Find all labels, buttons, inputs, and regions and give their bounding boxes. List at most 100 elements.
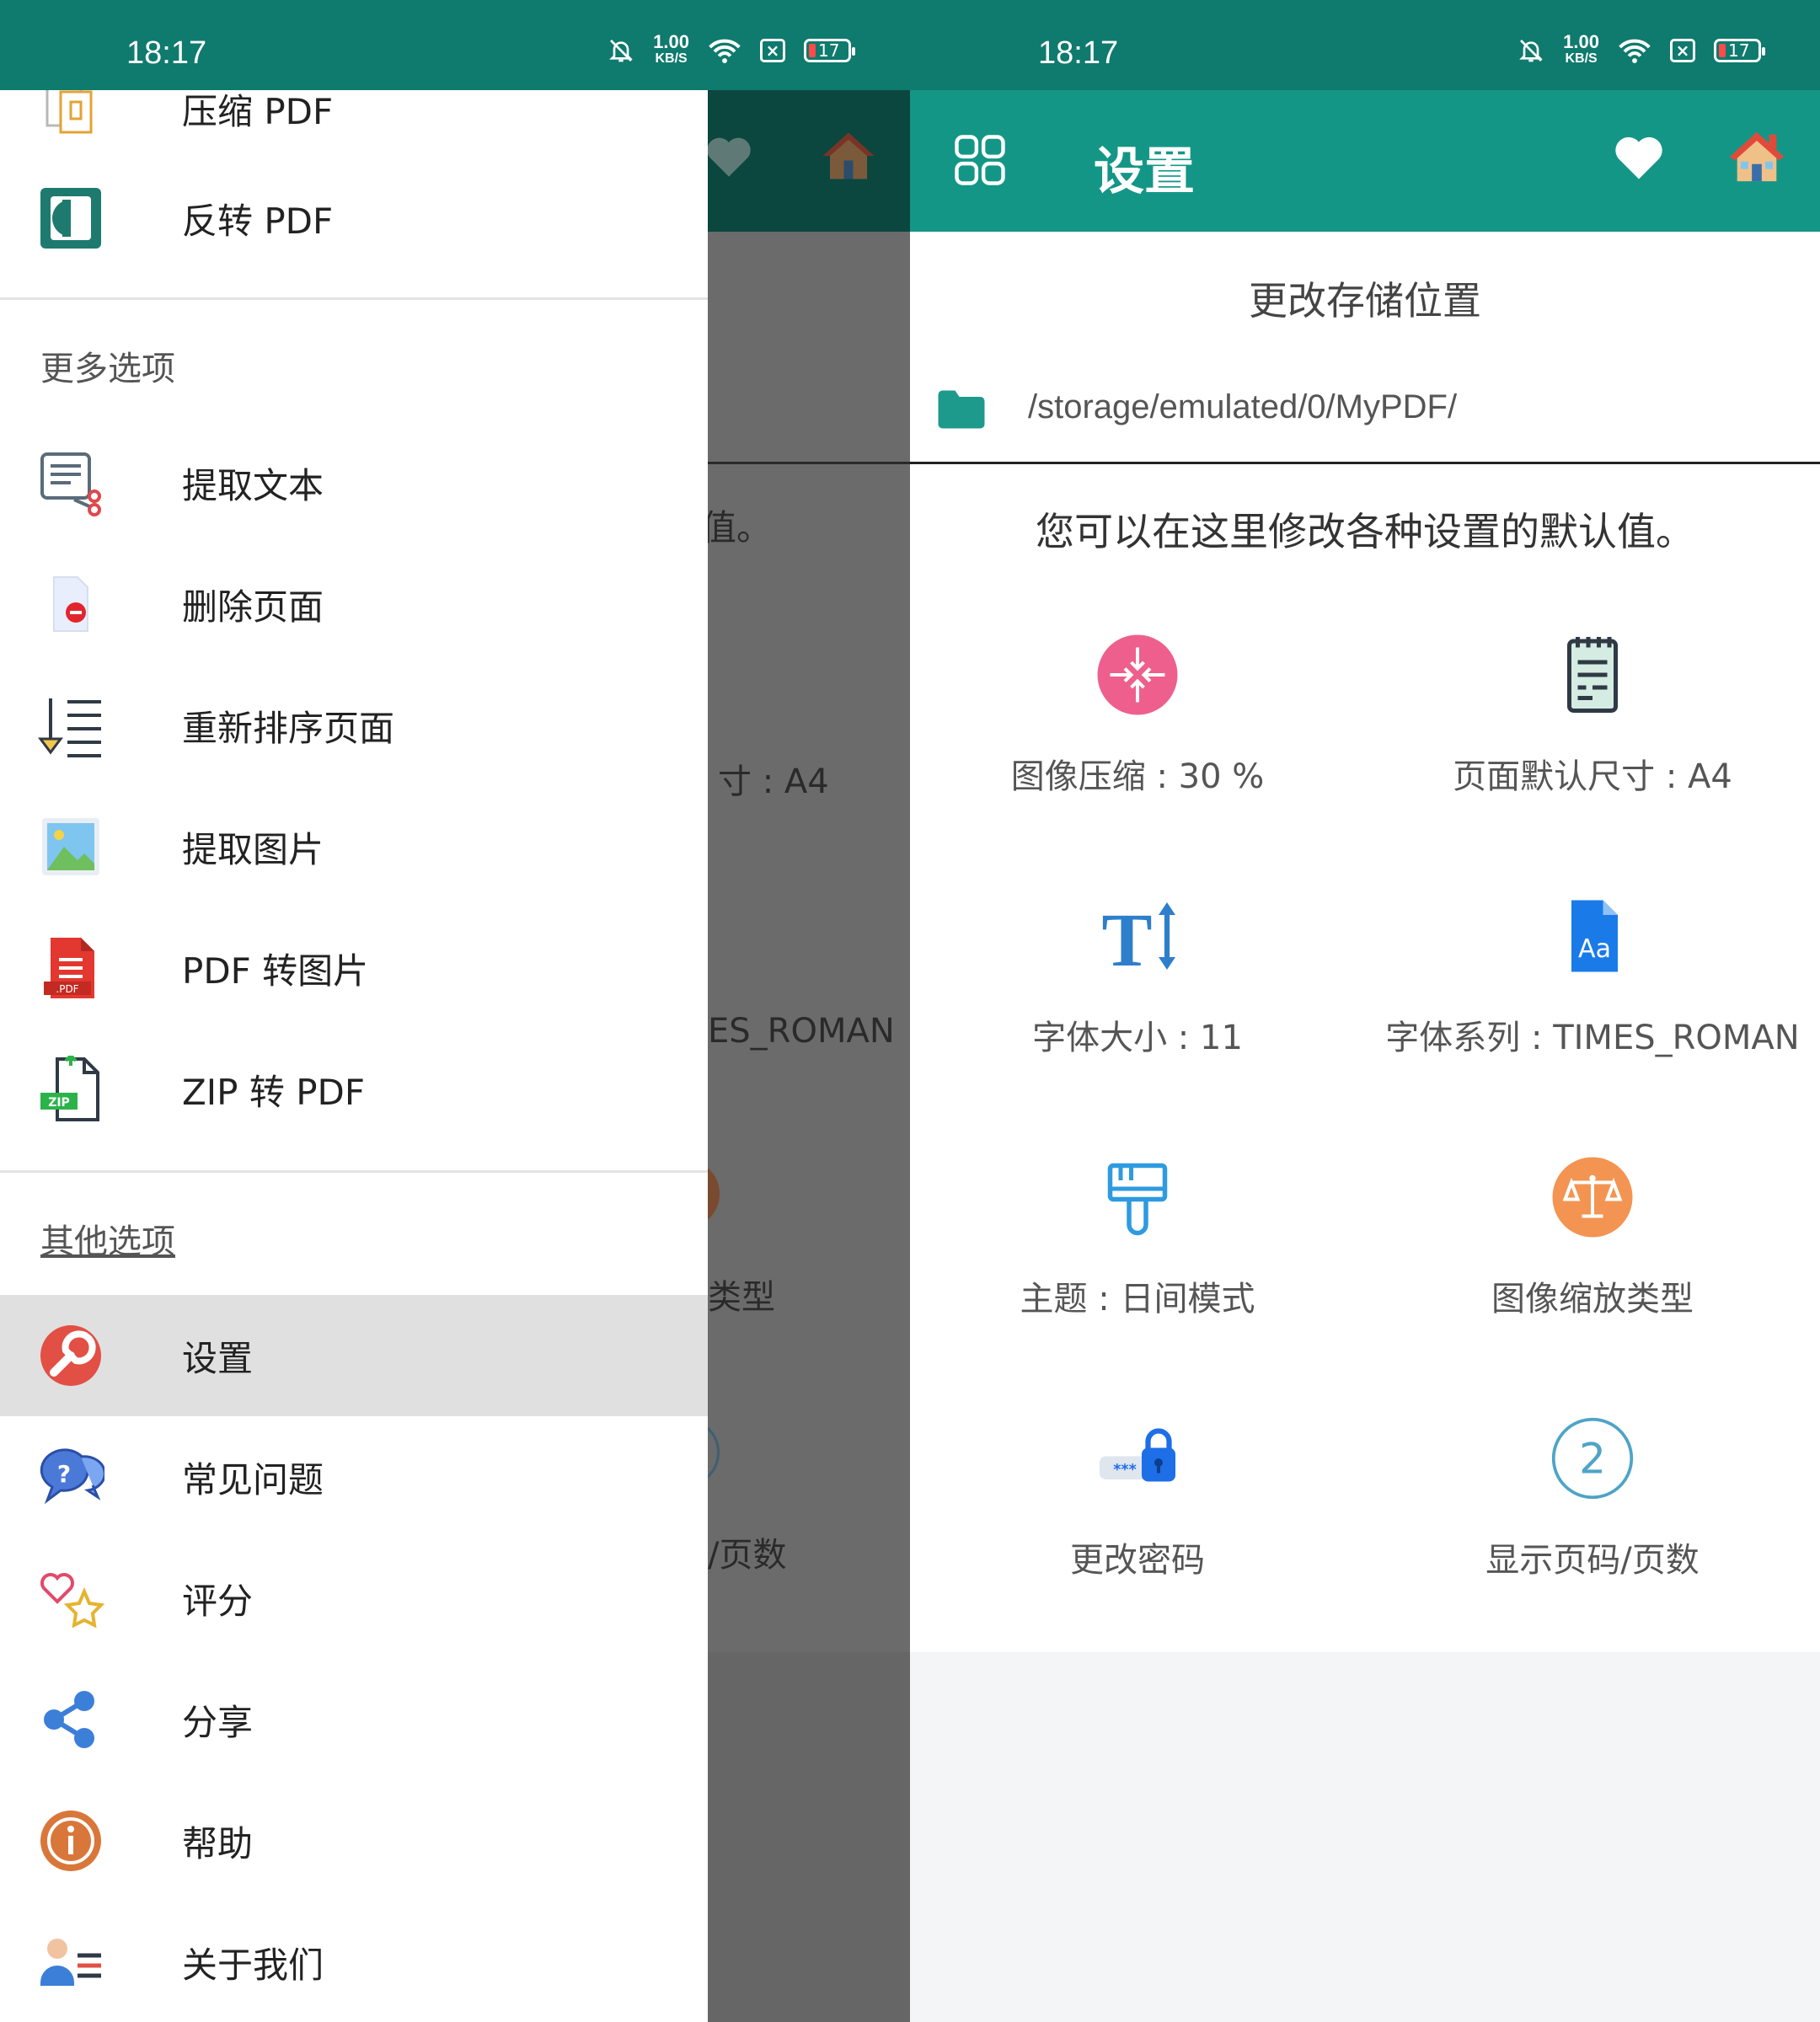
drawer-item-label: 提取图片 <box>182 828 324 870</box>
svg-text:Aa: Aa <box>1578 934 1611 964</box>
drawer-divider <box>0 297 708 300</box>
settings-info-text: 您可以在这里修改各种设置的默认值。 <box>1036 509 1694 554</box>
sim-x-icon: × <box>1670 39 1695 62</box>
battery-icon: 17 <box>1714 39 1765 62</box>
status-time: 18:17 <box>1038 35 1119 71</box>
option-page-size[interactable]: 页面默认尺寸 : A4 <box>1365 633 1820 885</box>
navigation-drawer: 压缩 PDF 反转 PDF 更多选项 提取文本 删除页面 重新排序页面 提取图片… <box>0 90 708 2022</box>
drawer-item-extract-images[interactable]: 提取图片 <box>0 786 708 907</box>
option-font-family[interactable]: Aa 字体系列 : TIMES_ROMAN <box>1365 894 1820 1147</box>
reorder-pages-icon <box>38 698 101 757</box>
option-label: 更改密码 <box>1070 1541 1205 1580</box>
drawer-item-label: 关于我们 <box>182 1944 324 1986</box>
network-speed: 1.00 KB/S <box>1563 31 1599 67</box>
svg-text:***: *** <box>1113 1462 1136 1479</box>
option-image-compression[interactable]: 图像压缩 : 30 % <box>910 633 1365 885</box>
drawer-item-label: PDF 转图片 <box>182 949 369 992</box>
image-scale-icon <box>1552 1157 1633 1238</box>
heart-icon[interactable] <box>1613 134 1665 181</box>
drawer-item-about-us[interactable]: 关于我们 <box>0 1902 708 2022</box>
drawer-item-label: 重新排序页面 <box>182 707 395 749</box>
drawer-item-delete-page[interactable]: 删除页面 <box>0 543 708 665</box>
invert-pdf-icon <box>40 188 101 249</box>
folder-icon <box>938 390 985 429</box>
drawer-item-help[interactable]: 帮助 <box>0 1780 708 1902</box>
theme-brush-icon <box>1107 1163 1168 1236</box>
zip-to-pdf-icon: ZIP <box>40 1056 99 1121</box>
status-time: 18:17 <box>126 35 207 71</box>
pdf-to-image-icon: .PDF <box>44 938 94 998</box>
drawer-item-settings[interactable]: 设置 <box>0 1295 708 1416</box>
help-info-icon <box>40 1811 101 1871</box>
storage-divider <box>910 462 1820 464</box>
drawer-item-label: 设置 <box>182 1337 254 1379</box>
faq-icon: ? <box>40 1448 104 1505</box>
network-speed-value: 1.00 <box>1563 31 1599 52</box>
drawer-item-faq[interactable]: ? 常见问题 <box>0 1416 708 1538</box>
page-number-icon: 2 <box>1551 1417 1634 1500</box>
drawer-section-more: 更多选项 <box>40 350 175 388</box>
option-label: 字体大小 : 11 <box>1032 1019 1243 1057</box>
network-speed-value: 1.00 <box>653 31 689 52</box>
bell-off-icon <box>1519 40 1544 62</box>
status-icons: 1.00 KB/S × 17 <box>1518 31 1765 67</box>
option-theme[interactable]: 主题 : 日间模式 <box>910 1155 1365 1408</box>
option-label: 主题 : 日间模式 <box>1020 1280 1255 1319</box>
option-page-number[interactable]: 2 显示页码/页数 <box>1365 1416 1820 1669</box>
home-icon[interactable] <box>1727 127 1786 186</box>
svg-text:?: ? <box>57 1460 71 1488</box>
svg-text:ZIP: ZIP <box>48 1096 70 1110</box>
drawer-item-label: 常见问题 <box>182 1458 324 1500</box>
storage-title: 更改存储位置 <box>1249 278 1481 324</box>
drawer-item-label: 帮助 <box>182 1822 254 1864</box>
bell-off-icon <box>609 40 634 62</box>
option-label: 图像压缩 : 30 % <box>1010 757 1265 796</box>
dimmed-info-text: 值。 <box>701 507 773 548</box>
drawer-item-label: 反转 PDF <box>182 200 334 242</box>
left-screen: 值。 寸 : A4 ES_ROMAN 类型 /页数 18:17 1.00 KB/… <box>0 0 910 2022</box>
option-change-password[interactable]: *** 更改密码 <box>910 1416 1365 1669</box>
option-label: 字体系列 : TIMES_ROMAN <box>1385 1019 1800 1057</box>
drawer-item-zip-to-pdf[interactable]: ZIP ZIP 转 PDF <box>0 1029 708 1150</box>
settings-wrench-icon <box>40 1325 101 1386</box>
battery-level: 17 <box>1728 40 1750 61</box>
drawer-item-pdf-to-image[interactable]: .PDF PDF 转图片 <box>0 907 708 1029</box>
font-size-icon: T <box>1101 899 1175 978</box>
wifi-icon <box>1619 39 1651 63</box>
network-speed: 1.00 KB/S <box>653 31 689 67</box>
option-font-size[interactable]: T 字体大小 : 11 <box>910 894 1365 1147</box>
battery-level: 17 <box>818 40 840 61</box>
image-compression-icon <box>1097 634 1178 715</box>
right-screen: 18:17 1.00 KB/S × 17 设置 更改存储位置 /storage/… <box>910 0 1820 2022</box>
dimmed-scale-type: 类型 <box>708 1278 775 1317</box>
battery-icon: 17 <box>804 39 855 62</box>
extract-images-icon <box>42 818 99 875</box>
wifi-icon <box>709 39 741 63</box>
drawer-item-label: 评分 <box>182 1580 254 1622</box>
option-label: 显示页码/页数 <box>1485 1541 1700 1580</box>
status-icons: 1.00 KB/S × 17 <box>608 31 855 67</box>
settings-card: 更改存储位置 /storage/emulated/0/MyPDF/ 您可以在这里… <box>910 232 1820 1652</box>
svg-text:.PDF: .PDF <box>56 983 78 995</box>
drawer-item-reorder-pages[interactable]: 重新排序页面 <box>0 665 708 786</box>
drawer-item-label: ZIP 转 PDF <box>182 1071 366 1113</box>
drawer-item-label: 删除页面 <box>182 586 324 628</box>
change-password-icon: *** <box>1100 1428 1175 1482</box>
dimmed-page-number: /页数 <box>708 1536 787 1575</box>
page-size-icon <box>1567 637 1618 713</box>
settings-toolbar: 设置 <box>910 90 1820 232</box>
drawer-item-extract-text[interactable]: 提取文本 <box>0 422 708 543</box>
drawer-item-label: 提取文本 <box>182 464 324 506</box>
empty-area <box>910 1652 1820 2022</box>
option-label: 页面默认尺寸 : A4 <box>1453 757 1732 796</box>
home-icon <box>822 132 875 179</box>
dimmed-page-size: 寸 : A4 <box>718 762 829 801</box>
drawer-item-share[interactable]: 分享 <box>0 1659 708 1780</box>
drawer-divider <box>0 1170 708 1173</box>
drawer-item-rate[interactable]: 评分 <box>0 1538 708 1659</box>
option-image-scale-type[interactable]: 图像缩放类型 <box>1365 1155 1820 1408</box>
svg-text:T: T <box>1101 899 1152 978</box>
drawer-item-invert-pdf[interactable]: 反转 PDF <box>0 158 708 279</box>
menu-grid-icon[interactable] <box>952 132 1008 188</box>
option-label: 图像缩放类型 <box>1491 1280 1694 1319</box>
